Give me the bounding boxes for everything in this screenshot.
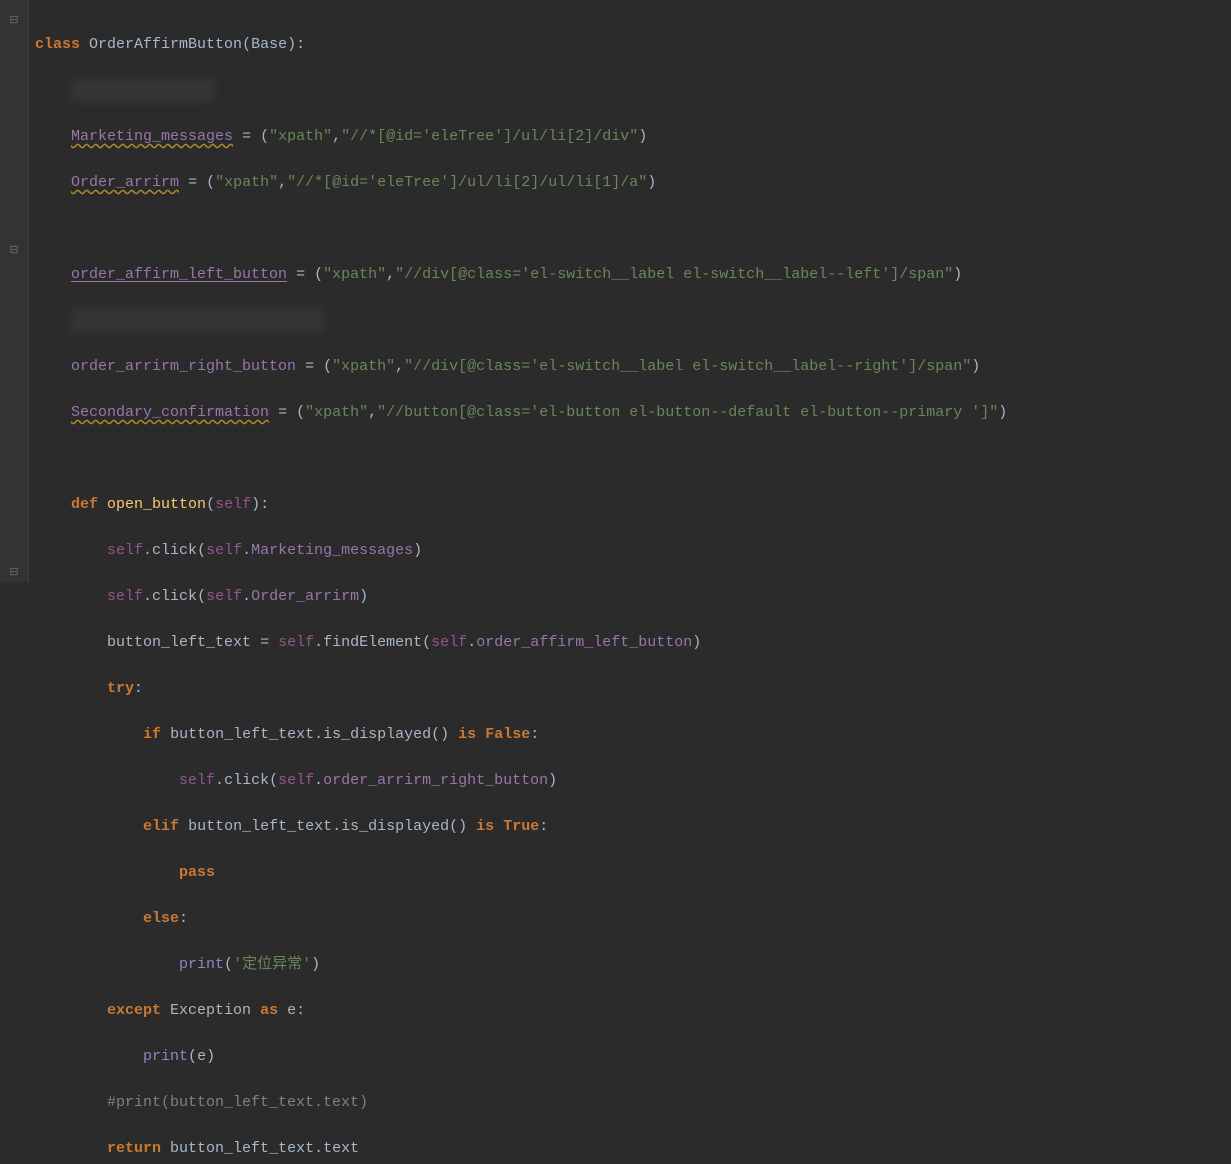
xpath-value: //*[@id='eleTree']/ul/li[2]/div (350, 128, 629, 145)
class-name: OrderAffirmButton (89, 36, 242, 53)
code-line[interactable]: Marketing_messages = ("xpath","//*[@id='… (35, 125, 1007, 148)
code-line[interactable]: return button_left_text.text (35, 1137, 1007, 1160)
code-line[interactable] (35, 217, 1007, 240)
code-line[interactable]: print(e) (35, 1045, 1007, 1068)
fold-class-icon[interactable]: ⊟ (8, 10, 20, 33)
code-line[interactable]: Order_arrirm = ("xpath","//*[@id='eleTre… (35, 171, 1007, 194)
code-line[interactable]: pass (35, 861, 1007, 884)
attr-secondary: Secondary_confirmation (71, 404, 269, 421)
code-line[interactable]: def open_button(self): (35, 493, 1007, 516)
attr-order: Order_arrirm (71, 174, 179, 191)
code-line[interactable]: #print(button_left_text.text) (35, 1091, 1007, 1114)
code-line[interactable]: try: (35, 677, 1007, 700)
code-line[interactable]: except Exception as e: (35, 999, 1007, 1022)
code-line[interactable]: self.click(self.Order_arrirm) (35, 585, 1007, 608)
keyword-class: class (35, 36, 80, 53)
code-line[interactable] (35, 447, 1007, 470)
gutter: ⊟ ⊟ ⊟ (0, 0, 29, 582)
attr-marketing: Marketing_messages (71, 128, 233, 145)
code-line[interactable]: xxxxxxxxxxxxxxxx (35, 79, 1007, 102)
attr-left-button: order_affirm_left_button (71, 266, 287, 283)
xpath-value: //div[@class='el-switch__label el-switch… (404, 266, 944, 283)
code-line[interactable]: order_arrirm_right_button = ("xpath","//… (35, 355, 1007, 378)
xpath-value: //button[@class='el-button el-button--de… (386, 404, 989, 421)
code-line[interactable]: Secondary_confirmation = ("xpath","//but… (35, 401, 1007, 424)
code-line[interactable]: xxxxxxxxxxxxxxxxxxxxxxxxxxxx (35, 309, 1007, 332)
xpath-value: //*[@id='eleTree']/ul/li[2]/ul/li[1]/a (296, 174, 638, 191)
redacted-text: xxxxxxxxxxxxxxxx (71, 79, 215, 102)
code-line[interactable]: self.click(self.order_arrirm_right_butto… (35, 769, 1007, 792)
code-editor[interactable]: ⊟ ⊟ ⊟ class OrderAffirmButton(Base): xxx… (0, 0, 1231, 582)
xpath-value: //div[@class='el-switch__label el-switch… (413, 358, 962, 375)
comment: #print(button_left_text.text) (107, 1094, 368, 1111)
code-line[interactable]: elif button_left_text.is_displayed() is … (35, 815, 1007, 838)
base-class: Base (251, 36, 287, 53)
attr-right-button: order_arrirm_right_button (71, 358, 296, 375)
code-line[interactable]: if button_left_text.is_displayed() is Fa… (35, 723, 1007, 746)
fn-name: open_button (107, 496, 206, 513)
code-line[interactable]: else: (35, 907, 1007, 930)
code-line[interactable]: order_affirm_left_button = ("xpath","//d… (35, 263, 1007, 286)
fold-def-icon[interactable]: ⊟ (8, 240, 20, 263)
redacted-text: xxxxxxxxxxxxxxxxxxxxxxxxxxxx (71, 309, 323, 332)
code-line[interactable]: self.click(self.Marketing_messages) (35, 539, 1007, 562)
code-line[interactable]: print('定位异常') (35, 953, 1007, 976)
code-line[interactable]: button_left_text = self.findElement(self… (35, 631, 1007, 654)
code-area[interactable]: class OrderAffirmButton(Base): xxxxxxxxx… (29, 0, 1007, 582)
keyword-def: def (71, 496, 98, 513)
param-self: self (215, 496, 251, 513)
code-line[interactable]: class OrderAffirmButton(Base): (35, 33, 1007, 56)
